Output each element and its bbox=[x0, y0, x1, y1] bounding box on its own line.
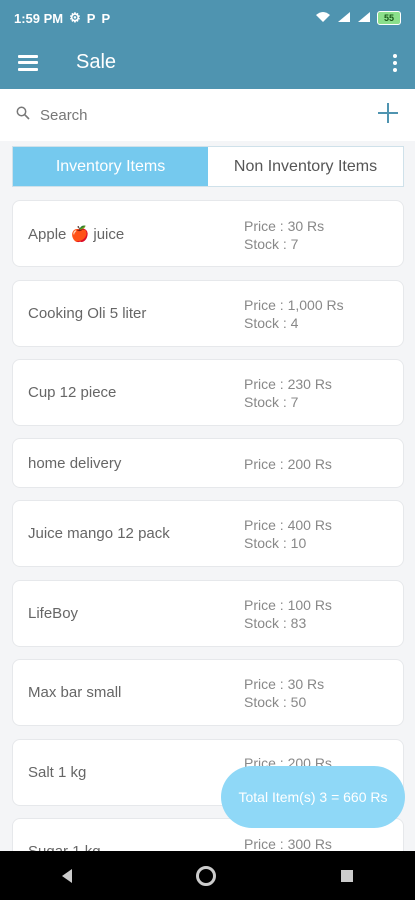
list-item[interactable]: Cooking Oli 5 liter Price : 1,000 Rs Sto… bbox=[12, 280, 404, 347]
item-name: LifeBoy bbox=[28, 605, 79, 622]
tab-non-inventory-items[interactable]: Non Inventory Items bbox=[208, 147, 403, 186]
paypal-icon: P bbox=[86, 10, 96, 26]
add-icon[interactable] bbox=[377, 100, 399, 130]
app-bar: Sale bbox=[0, 36, 415, 89]
item-stock: Stock : 7 bbox=[244, 394, 299, 410]
item-name: home delivery bbox=[28, 455, 122, 472]
search-input[interactable] bbox=[38, 105, 342, 125]
status-left: 1:59 PM ⚙ P P bbox=[14, 10, 110, 26]
wifi-icon bbox=[315, 11, 331, 26]
notification-icon: ⚙ bbox=[69, 10, 81, 25]
item-stock: Stock : 4 bbox=[244, 315, 299, 331]
battery-icon: 55 bbox=[377, 11, 401, 25]
page-title: Sale bbox=[76, 51, 117, 73]
item-info: Price : 30 Rs Stock : 50 bbox=[244, 675, 324, 711]
item-info: Price : 230 Rs Stock : 7 bbox=[244, 375, 332, 411]
item-info: Price : 1,000 Rs Stock : 4 bbox=[244, 296, 344, 332]
back-icon[interactable] bbox=[62, 868, 73, 883]
signal-icon bbox=[337, 11, 351, 26]
signal-icon bbox=[357, 11, 371, 26]
list-item[interactable]: LifeBoy Price : 100 Rs Stock : 83 bbox=[12, 580, 404, 647]
list-item[interactable]: Max bar small Price : 30 Rs Stock : 50 bbox=[12, 659, 404, 726]
list-item[interactable]: Apple 🍎 juice Price : 30 Rs Stock : 7 bbox=[12, 200, 404, 267]
item-price: Price : 1,000 Rs bbox=[244, 297, 344, 313]
recent-apps-icon[interactable] bbox=[340, 869, 353, 882]
item-info: Price : 400 Rs Stock : 10 bbox=[244, 516, 332, 552]
paypal-icon: P bbox=[101, 10, 111, 26]
status-right: 55 bbox=[315, 11, 401, 26]
item-info: Price : 100 Rs Stock : 83 bbox=[244, 596, 332, 632]
item-stock: Stock : 10 bbox=[244, 535, 307, 551]
item-price: Price : 400 Rs bbox=[244, 517, 332, 533]
search-bar bbox=[0, 89, 415, 141]
menu-icon[interactable] bbox=[18, 54, 38, 71]
navigation-bar bbox=[0, 851, 415, 900]
item-price: Price : 230 Rs bbox=[244, 376, 332, 392]
item-name: Juice mango 12 pack bbox=[28, 525, 170, 542]
item-name: Apple 🍎 juice bbox=[28, 226, 125, 243]
item-name: Cup 12 piece bbox=[28, 384, 117, 401]
list-item[interactable]: Juice mango 12 pack Price : 400 Rs Stock… bbox=[12, 500, 404, 567]
status-time: 1:59 PM bbox=[14, 10, 64, 26]
item-price: Price : 30 Rs bbox=[244, 218, 325, 234]
list-item[interactable]: home delivery Price : 200 Rs bbox=[12, 438, 404, 488]
status-bar: 1:59 PM ⚙ P P 55 bbox=[0, 0, 415, 36]
item-price: Price : 30 Rs bbox=[244, 676, 325, 692]
item-name: Cooking Oli 5 liter bbox=[28, 305, 147, 322]
item-name: Salt 1 kg bbox=[28, 764, 87, 781]
item-price: Price : 200 Rs bbox=[244, 456, 332, 472]
home-icon[interactable] bbox=[196, 865, 217, 886]
item-info: Price : 200 Rs bbox=[244, 455, 332, 473]
item-stock: Stock : 83 bbox=[244, 615, 307, 631]
item-price: Price : 100 Rs bbox=[244, 597, 332, 613]
more-options-icon[interactable] bbox=[393, 53, 397, 72]
item-name: Max bar small bbox=[28, 684, 122, 701]
list-item[interactable]: Cup 12 piece Price : 230 Rs Stock : 7 bbox=[12, 359, 404, 426]
item-stock: Stock : 7 bbox=[244, 236, 299, 252]
item-stock: Stock : 50 bbox=[244, 694, 307, 710]
item-info: Price : 30 Rs Stock : 7 bbox=[244, 217, 324, 253]
item-type-tabs: Inventory Items Non Inventory Items bbox=[12, 146, 404, 187]
tab-inventory-items[interactable]: Inventory Items bbox=[13, 147, 208, 186]
search-icon bbox=[16, 106, 30, 125]
total-items-button[interactable]: Total Item(s) 3 = 660 Rs bbox=[221, 766, 405, 828]
